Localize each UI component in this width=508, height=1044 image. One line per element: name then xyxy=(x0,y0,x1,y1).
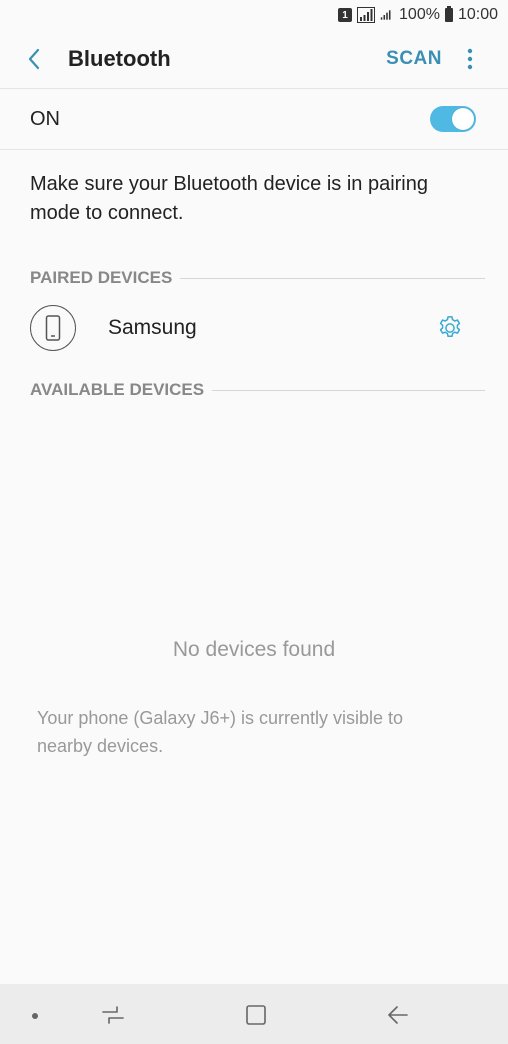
toggle-label: ON xyxy=(30,107,60,130)
gear-icon xyxy=(439,316,461,338)
more-options-button[interactable] xyxy=(460,39,480,79)
phone-icon xyxy=(30,305,76,351)
pairing-description: Make sure your Bluetooth device is in pa… xyxy=(30,173,428,224)
navigation-bar xyxy=(0,984,508,1044)
section-divider xyxy=(180,277,485,279)
home-button[interactable] xyxy=(243,1002,269,1028)
bluetooth-toggle-switch[interactable] xyxy=(430,106,476,132)
toggle-knob xyxy=(452,108,474,130)
status-bar: 1 100% 10:00 xyxy=(0,0,508,30)
no-devices-message: No devices found xyxy=(172,638,336,661)
page-title: Bluetooth xyxy=(68,46,171,71)
recent-apps-icon xyxy=(102,1006,124,1024)
section-divider xyxy=(212,389,485,391)
device-name: Samsung xyxy=(108,316,197,339)
device-settings-button[interactable] xyxy=(434,312,466,344)
nav-dot-indicator xyxy=(32,1013,38,1019)
bluetooth-settings-screen: 1 100% 10:00 Bluetooth SCAN ON Make sure… xyxy=(0,0,508,1044)
bluetooth-toggle-row[interactable]: ON xyxy=(0,89,508,150)
paired-devices-header: PAIRED DEVICES xyxy=(30,268,485,288)
signal-icon xyxy=(357,7,376,23)
nav-back-button[interactable] xyxy=(385,1002,411,1028)
back-button[interactable] xyxy=(14,39,54,79)
visibility-note: Your phone (Galaxy J6+) is currently vis… xyxy=(37,708,404,756)
clock: 10:00 xyxy=(457,6,498,23)
paired-device-item[interactable]: Samsung xyxy=(0,300,508,356)
more-vertical-icon xyxy=(467,48,473,70)
available-devices-header: AVAILABLE DEVICES xyxy=(30,380,485,400)
available-devices-label: AVAILABLE DEVICES xyxy=(30,380,205,399)
sim-badge: 1 xyxy=(338,8,353,22)
battery-percentage: 100% xyxy=(399,6,440,23)
signal-strength-icon xyxy=(380,10,391,20)
battery-icon xyxy=(444,6,453,22)
paired-devices-label: PAIRED DEVICES xyxy=(30,268,173,287)
scan-button[interactable]: SCAN xyxy=(386,48,442,70)
recent-apps-button[interactable] xyxy=(100,1002,126,1028)
chevron-left-icon xyxy=(28,48,40,70)
back-arrow-icon xyxy=(388,1006,408,1024)
home-icon xyxy=(246,1005,266,1025)
app-bar: Bluetooth SCAN xyxy=(0,30,508,89)
